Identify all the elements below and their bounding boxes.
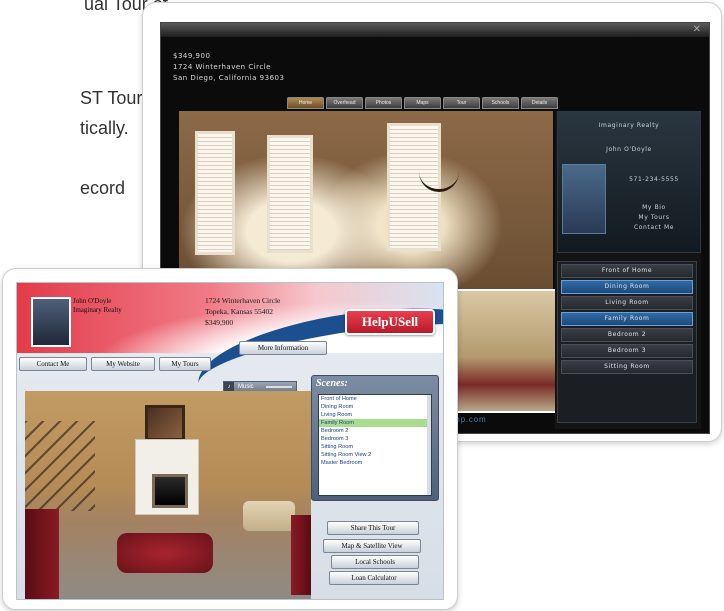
more-information-button[interactable]: More Information <box>239 341 327 355</box>
armchair <box>243 501 295 531</box>
agent-name: John O'Doyle <box>606 146 652 153</box>
volume-slider[interactable] <box>266 386 292 388</box>
property-address: 1724 Winterhaven Circle Topeka, Kansas 5… <box>205 295 280 328</box>
tab-details[interactable]: Details <box>521 97 558 109</box>
scene-item[interactable]: Bedroom 2 <box>561 328 693 342</box>
map-satellite-button[interactable]: Map & Satellite View <box>323 539 421 553</box>
my-website-button[interactable]: My Website <box>91 357 155 371</box>
agent-panel: Imaginary Realty John O'Doyle 571-234-55… <box>555 111 701 429</box>
scene-item[interactable]: Bedroom 2 <box>319 427 431 435</box>
address-city: Topeka, Kansas 55402 <box>205 307 274 316</box>
listing-street: 1724 Winterhaven Circle <box>173 63 271 71</box>
tab-photos[interactable]: Photos <box>365 97 402 109</box>
tab-overhead[interactable]: Overhead <box>326 97 363 109</box>
listing-city: San Diego, California 93603 <box>173 74 285 82</box>
company-name: Imaginary Realty <box>598 122 660 129</box>
contact-me-link[interactable]: Contact Me <box>608 224 700 231</box>
agent-card: Imaginary Realty John O'Doyle 571-234-55… <box>557 111 701 253</box>
chandelier <box>419 159 459 192</box>
firebox <box>152 474 188 508</box>
avatar <box>562 164 606 234</box>
scene-item-selected[interactable]: Family Room <box>561 312 693 326</box>
sofa-left <box>25 509 59 599</box>
window-middle <box>267 135 313 253</box>
address-street: 1724 Winterhaven Circle <box>205 296 281 305</box>
scene-item[interactable]: Living Room <box>561 296 693 310</box>
scenes-scrollbar[interactable] <box>427 395 431 495</box>
local-schools-button[interactable]: Local Schools <box>331 555 419 569</box>
scene-item[interactable]: Master Bedroom <box>319 459 431 467</box>
scenes-panel: Scenes: Front of Home Dining Room Living… <box>311 375 439 501</box>
tour-header: John O'Doyle Imaginary Realty 1724 Winte… <box>17 283 443 433</box>
my-tours-link[interactable]: My Tours <box>608 214 700 221</box>
agent-company: Imaginary Realty <box>73 306 122 314</box>
scene-item[interactable]: Living Room <box>319 411 431 419</box>
scene-list: Front of Home Dining Room Living Room Fa… <box>557 261 697 423</box>
scene-item[interactable]: Sitting Room View 2 <box>319 451 431 459</box>
family-room-panorama[interactable] <box>25 391 311 599</box>
background-text-4: ecord <box>80 178 126 198</box>
background-text-2: ST Tour <box>80 88 143 108</box>
scenes-title: Scenes: <box>316 378 348 389</box>
scene-item[interactable]: Front of Home <box>561 264 693 278</box>
avatar <box>31 297 71 347</box>
dark-titlebar: ✕ <box>161 23 709 37</box>
scene-item[interactable]: Sitting Room <box>561 360 693 374</box>
scene-item[interactable]: Bedroom 3 <box>319 435 431 443</box>
scene-item[interactable]: Dining Room <box>319 403 431 411</box>
tour-tabs: Home Overhead Photos Maps Tour Schools D… <box>287 97 558 109</box>
share-tour-button[interactable]: Share This Tour <box>327 521 419 535</box>
property-price: $349,900 <box>205 318 234 327</box>
my-bio-link[interactable]: My Bio <box>608 204 700 211</box>
tab-home[interactable]: Home <box>287 97 324 109</box>
red-ottoman <box>117 533 213 573</box>
loan-calculator-button[interactable]: Loan Calculator <box>329 571 419 585</box>
tab-maps[interactable]: Maps <box>404 97 441 109</box>
staircase <box>25 421 95 511</box>
tab-tour[interactable]: Tour <box>443 97 480 109</box>
helpusell-logo: HelpUSell <box>345 309 435 335</box>
listing-price: $349,900 <box>173 52 211 60</box>
scenes-list: Front of Home Dining Room Living Room Fa… <box>318 394 432 496</box>
listing-info: $349,900 1724 Winterhaven Circle San Die… <box>173 51 284 84</box>
background-text-3: tically. <box>80 118 129 138</box>
music-label: Music <box>238 384 254 390</box>
my-tours-button[interactable]: My Tours <box>159 357 211 371</box>
wall-painting <box>145 405 185 441</box>
scene-item[interactable]: Front of Home <box>319 395 431 403</box>
scene-item-selected[interactable]: Family Room <box>319 419 431 427</box>
agent-phone: 571-234-5555 <box>629 176 679 183</box>
tab-schools[interactable]: Schools <box>482 97 519 109</box>
window-left <box>195 131 235 255</box>
sofa-right <box>291 515 311 595</box>
helpusell-virtual-tour: John O'Doyle Imaginary Realty 1724 Winte… <box>16 282 444 600</box>
agent-info: John O'Doyle Imaginary Realty <box>73 297 122 315</box>
scene-item[interactable]: Bedroom 3 <box>561 344 693 358</box>
agent-name: John O'Doyle <box>73 297 112 305</box>
contact-me-button[interactable]: Contact Me <box>19 357 87 371</box>
scene-item[interactable]: Sitting Room <box>319 443 431 451</box>
fireplace <box>135 439 199 515</box>
close-icon[interactable]: ✕ <box>693 24 701 35</box>
scene-item[interactable]: Dining Room <box>561 280 693 294</box>
